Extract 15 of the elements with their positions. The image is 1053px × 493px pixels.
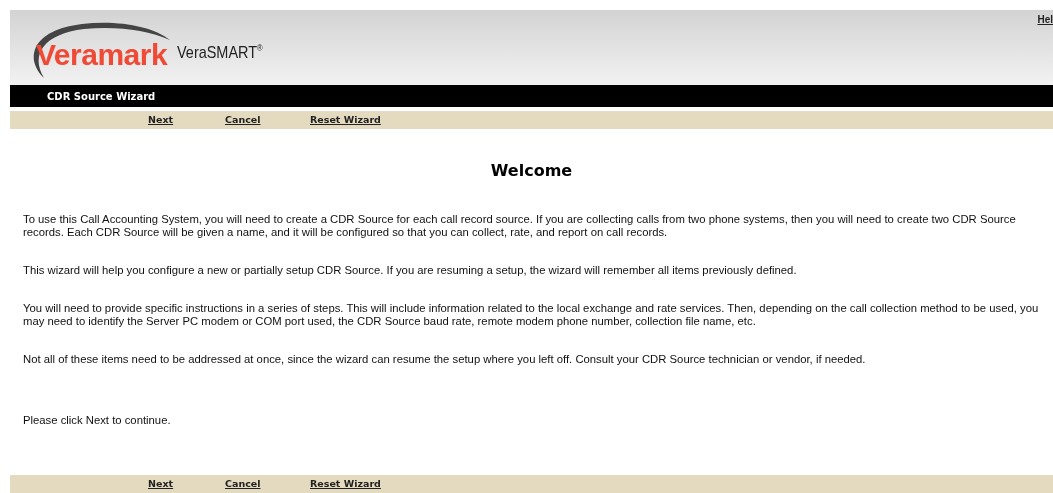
intro-paragraph: To use this Call Accounting System, you will need to create a CDR Source for each call record source. If you are collecting calls from two phone systems, then you will need to create two CDR Source records. Each CDR Source will be given a name, and it will be configured so that you can collect, rate, and report on call records. (23, 213, 1017, 239)
nav-link[interactable]: Next (148, 114, 174, 125)
nav-link[interactable]: Reset Wizard (310, 114, 381, 125)
welcome-heading: Welcome (489, 161, 574, 180)
product-name: VeraSMART$^{®}$ (177, 42, 263, 63)
nav-link[interactable]: Cancel (225, 114, 261, 125)
nav-link[interactable]: Reset Wizard (310, 478, 381, 489)
nav-link[interactable]: Next (148, 478, 174, 489)
intro-paragraph: Not all of these items need to be addressed at once, since the wizard can resume the setup where you left off. Consult your CDR Source technician or vendor, if needed. (23, 353, 867, 366)
help-link[interactable]: Hel (1037, 14, 1053, 25)
instruction-text: Please click Next to continue. (23, 414, 172, 427)
wizard-title: CDR Source Wizard (47, 90, 156, 102)
intro-paragraph: You will need to provide specific instructions in a series of steps. This will include information related to the local exchange and rate services. Then, depending on the call collection method to be used, you may need to identify the Server PC modem or COM port used, the CDR Source baud rate, remote modem phone number, collection file name, etc. (23, 302, 1040, 328)
nav-link[interactable]: Cancel (225, 478, 261, 489)
intro-paragraph: This wizard will help you configure a new or partially setup CDR Source. If you are resuming a setup, the wizard will remember all items previously defined. (23, 264, 798, 277)
